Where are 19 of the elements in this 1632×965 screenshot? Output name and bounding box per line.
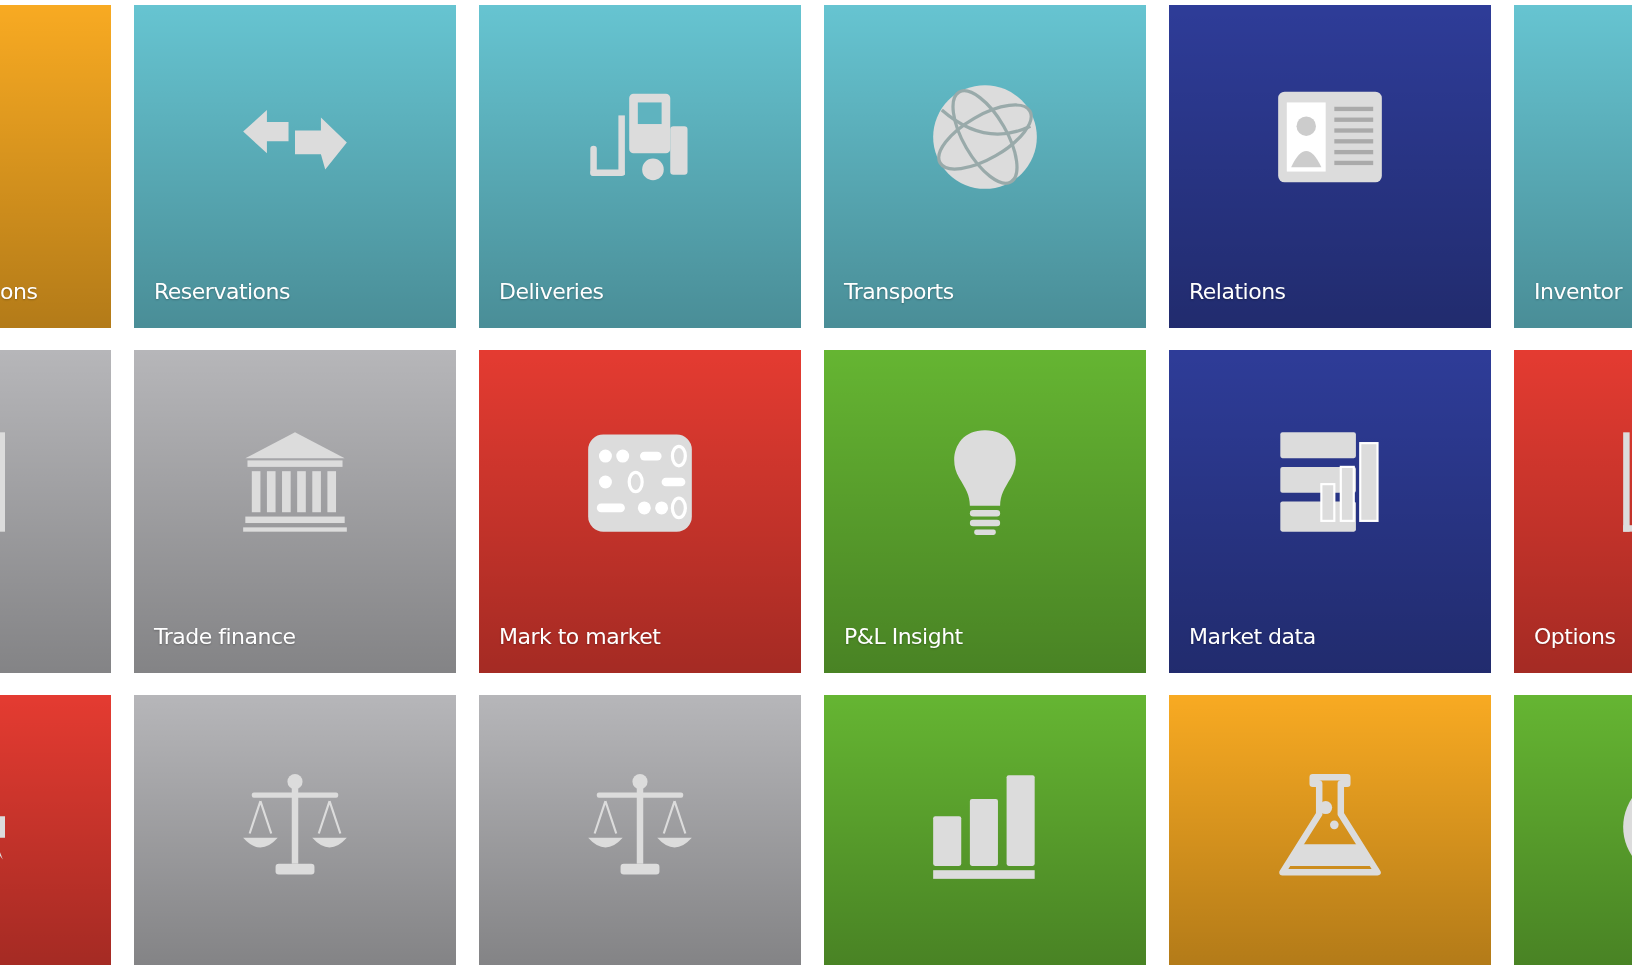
globe-icon [931,83,1039,191]
module-tile[interactable] [1169,695,1491,965]
module-tile[interactable]: P&L Insight [824,350,1146,673]
module-tile[interactable]: ons [0,5,111,328]
module-tile[interactable]: Trade finance [134,350,456,673]
module-tile[interactable]: Transports [824,5,1146,328]
module-tile[interactable] [134,695,456,965]
module-tile[interactable] [0,695,111,965]
module-tile[interactable] [479,695,801,965]
module-tile[interactable]: Mark to market [479,350,801,673]
module-tile[interactable] [0,350,111,673]
module-tile[interactable]: Relations [1169,5,1491,328]
module-tile[interactable]: Options [1514,350,1632,673]
module-tile[interactable]: Reservations [134,5,456,328]
module-tile[interactable] [1514,695,1632,965]
module-tile[interactable] [824,695,1146,965]
module-tile[interactable]: Market data [1169,350,1491,673]
module-tile[interactable]: Inventor [1514,5,1632,328]
module-tile[interactable]: Deliveries [479,5,801,328]
